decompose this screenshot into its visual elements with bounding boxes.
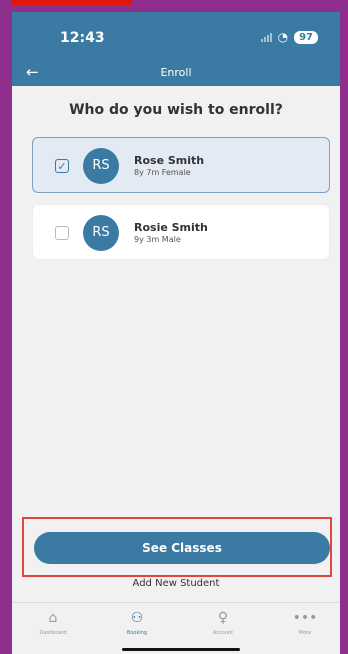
- add-new-student-link[interactable]: Add New Student: [12, 578, 340, 589]
- tab-label: More: [298, 630, 312, 636]
- bottom-tab-bar: ⌂ Dashboard ⚇ Booking ♀ Account ••• More: [12, 602, 340, 654]
- student-name: Rose Smith: [134, 154, 205, 167]
- wifi-icon: ◔: [277, 30, 289, 44]
- avatar: RS: [83, 148, 119, 184]
- signal-icon: [260, 32, 272, 42]
- home-indicator: [122, 648, 240, 651]
- nav-bar: ← Enroll: [12, 63, 340, 84]
- status-indicators: ◔ 97: [260, 30, 318, 44]
- tab-dashboard[interactable]: ⌂ Dashboard: [18, 610, 88, 636]
- student-card-rose[interactable]: ✓ RS Rose Smith 8y 7m Female: [32, 137, 330, 193]
- see-classes-button[interactable]: See Classes: [34, 532, 330, 564]
- avatar: RS: [83, 215, 119, 251]
- frame-red-strip: [12, 0, 132, 5]
- app-screen: 12:43 ◔ 97 ← Enroll Who do you wish to e…: [12, 12, 340, 654]
- tab-more[interactable]: ••• More: [270, 610, 340, 636]
- tab-booking[interactable]: ⚇ Booking: [102, 610, 172, 636]
- frame-left-border: [0, 0, 12, 654]
- enroll-question: Who do you wish to enroll?: [69, 102, 283, 118]
- student-details: 8y 7m Female: [134, 168, 191, 177]
- checkbox-checked-icon[interactable]: ✓: [55, 159, 69, 173]
- tab-label: Dashboard: [39, 630, 67, 636]
- ellipsis-icon: •••: [292, 610, 318, 626]
- page-title: Enroll: [160, 66, 192, 79]
- student-card-rosie[interactable]: RS Rosie Smith 9y 3m Male: [32, 204, 330, 260]
- person-icon: ♀: [217, 610, 229, 626]
- home-icon: ⌂: [48, 610, 58, 626]
- tab-label: Account: [212, 630, 234, 636]
- tab-account[interactable]: ♀ Account: [188, 610, 258, 636]
- people-icon: ⚇: [130, 610, 144, 626]
- student-name: Rosie Smith: [134, 221, 208, 234]
- checkbox-unchecked-icon[interactable]: [55, 226, 69, 240]
- student-details: 9y 3m Male: [134, 235, 181, 244]
- frame-right-border: [340, 0, 348, 654]
- tab-label: Booking: [126, 630, 148, 636]
- battery-icon: 97: [294, 30, 318, 44]
- header: 12:43 ◔ 97 ← Enroll: [12, 12, 340, 86]
- status-time: 12:43: [60, 30, 105, 46]
